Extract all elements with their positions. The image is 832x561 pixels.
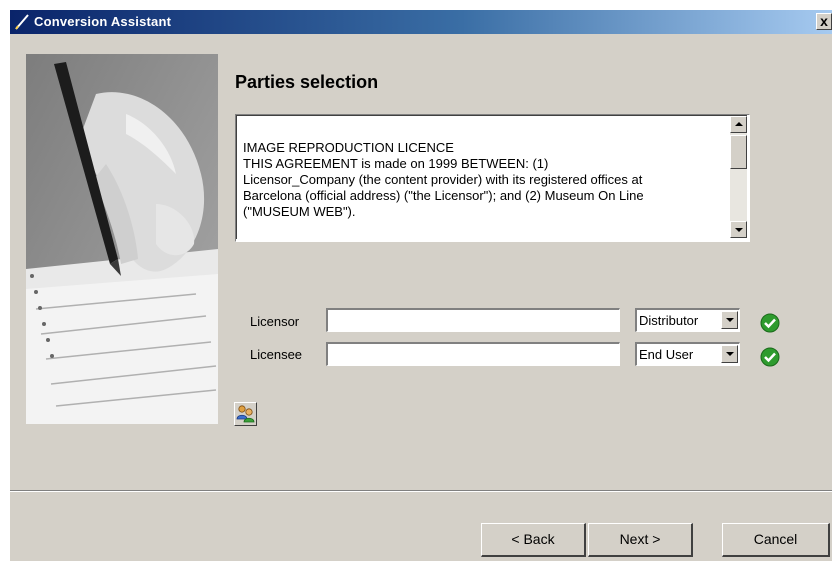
chevron-down-icon: [726, 352, 734, 356]
arrow-down-icon: [735, 228, 743, 232]
licensee-field[interactable]: [326, 342, 620, 366]
licensee-role-dropdown-button[interactable]: [721, 345, 738, 363]
licensee-role-value: End User: [639, 347, 694, 362]
scroll-up-button[interactable]: [730, 116, 747, 133]
select-parties-button[interactable]: [234, 402, 257, 426]
window-title: Conversion Assistant: [34, 14, 172, 29]
licensor-label: Licensor: [250, 314, 300, 329]
people-icon: [236, 405, 255, 423]
arrow-up-icon: [735, 122, 743, 126]
hand-writing-photo: [26, 54, 218, 424]
chevron-down-icon: [726, 318, 734, 322]
licensor-field[interactable]: [326, 308, 620, 332]
licensee-label: Licensee: [250, 347, 303, 362]
page-title: Parties selection: [235, 72, 379, 92]
footer-separator: [10, 490, 832, 492]
licensee-role-select[interactable]: End User: [635, 342, 740, 366]
photo-illustration: [26, 54, 218, 424]
back-button[interactable]: < Back: [481, 523, 586, 557]
check-circle-icon[interactable]: [759, 312, 781, 334]
title-bar[interactable]: Conversion Assistant x: [10, 10, 832, 34]
vertical-scrollbar[interactable]: [730, 116, 747, 238]
cancel-button[interactable]: Cancel: [722, 523, 830, 557]
licensor-role-value: Distributor: [639, 313, 699, 328]
conversion-assistant-dialog: Conversion Assistant x Parties selection…: [10, 10, 832, 561]
close-button[interactable]: x: [816, 13, 832, 30]
license-text: IMAGE REPRODUCTION LICENCE THIS AGREEMEN…: [243, 140, 644, 219]
licensor-role-select[interactable]: Distributor: [635, 308, 740, 332]
scroll-down-button[interactable]: [730, 221, 747, 238]
license-text-area[interactable]: IMAGE REPRODUCTION LICENCE THIS AGREEMEN…: [235, 114, 750, 242]
pen-icon: [15, 14, 29, 30]
check-circle-icon[interactable]: [759, 346, 781, 368]
scroll-thumb[interactable]: [730, 135, 747, 169]
licensor-role-dropdown-button[interactable]: [721, 311, 738, 329]
next-button[interactable]: Next >: [588, 523, 693, 557]
